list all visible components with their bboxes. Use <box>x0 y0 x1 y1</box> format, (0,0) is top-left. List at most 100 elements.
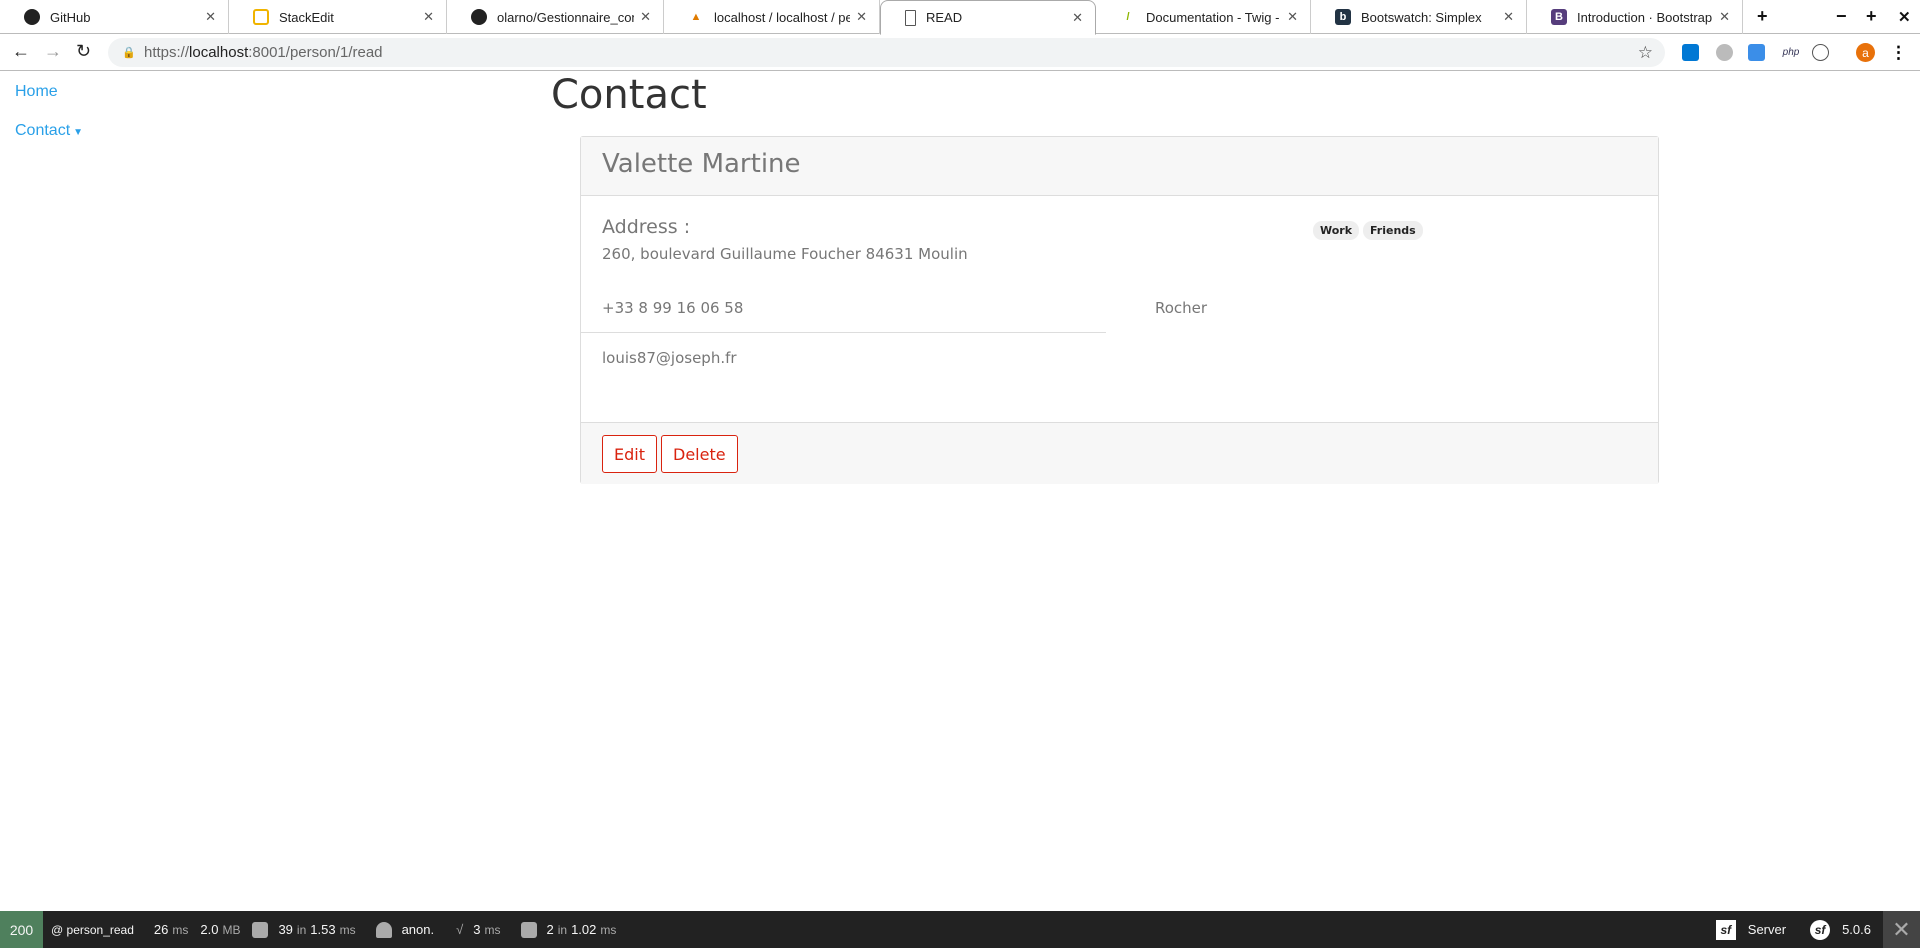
database-icon <box>520 921 537 938</box>
close-tab-icon[interactable]: ✕ <box>856 9 867 25</box>
close-tab-icon[interactable]: ✕ <box>640 9 651 25</box>
email-value: louis87@joseph.fr <box>602 349 737 367</box>
tab-bootstrap[interactable]: B Introduction · Bootstrap ✕ <box>1527 0 1743 34</box>
time-value: 26 <box>153 922 169 937</box>
stackedit-icon <box>253 9 269 25</box>
close-toolbar-button[interactable]: ✕ <box>1883 911 1920 948</box>
memory-item[interactable]: 2.0 MB <box>200 922 240 937</box>
address-label: Address : <box>602 216 691 238</box>
events-in: in <box>296 922 307 937</box>
twig-icon: / <box>1126 11 1130 23</box>
route-name: @ person_read <box>51 922 134 937</box>
tab-title: localhost / localhost / perso <box>714 9 851 25</box>
contact-name: Valette Martine <box>581 137 1658 196</box>
twig-unit: ms <box>484 922 501 937</box>
user-item[interactable]: anon. <box>375 921 435 938</box>
events-time: 1.53 <box>310 922 336 937</box>
minimize-button[interactable]: − <box>1836 6 1847 27</box>
db-in: in <box>557 922 568 937</box>
extension-icon[interactable] <box>1748 44 1765 61</box>
city-value: Rocher <box>1155 299 1208 317</box>
address-value: 260, boulevard Guillaume Foucher 84631 M… <box>602 245 968 263</box>
url-scheme: https:// <box>144 44 190 61</box>
layers-icon <box>252 921 269 938</box>
tab-twig[interactable]: / Documentation - Twig - The ✕ <box>1096 0 1311 34</box>
contact-card: Valette Martine Address : 260, boulevard… <box>580 136 1659 484</box>
bookmark-star-icon[interactable]: ☆ <box>1638 43 1653 63</box>
url-path: :8001/person/1/read <box>248 44 383 61</box>
bootstrap-icon: B <box>1551 9 1567 25</box>
tab-stackedit[interactable]: StackEdit ✕ <box>229 0 447 34</box>
tab-title: Introduction · Bootstrap <box>1577 9 1713 25</box>
tab-github-repo[interactable]: olarno/Gestionnaire_contac ✕ <box>447 0 664 34</box>
forward-button[interactable]: → <box>44 41 62 62</box>
db-item[interactable]: 2 in 1.02 ms <box>520 921 617 938</box>
back-button[interactable]: ← <box>12 41 30 62</box>
caret-down-icon: ▼ <box>73 127 84 138</box>
tab-title: Documentation - Twig - The <box>1146 9 1281 25</box>
tab-github[interactable]: GitHub ✕ <box>0 0 229 34</box>
user-icon <box>375 921 392 938</box>
page-icon <box>905 9 916 26</box>
close-tab-icon[interactable]: ✕ <box>1503 9 1514 25</box>
server-item[interactable]: sf Server <box>1715 919 1786 940</box>
address-bar-row: ← → ↻ 🔒 https://localhost:8001/person/1/… <box>0 34 1920 71</box>
tab-strip: GitHub ✕ StackEdit ✕ olarno/Gestionnaire_c… <box>0 0 1920 35</box>
symfony-debug-toolbar: 200 @ person_read 26 ms 2.0 MB 39 in 1.53 ms … <box>0 911 1920 948</box>
tab-bootswatch[interactable]: b Bootswatch: Simplex ✕ <box>1311 0 1527 34</box>
time-unit: ms <box>172 922 189 937</box>
php-extension-icon[interactable]: php <box>1779 44 1803 61</box>
close-tab-icon[interactable]: ✕ <box>1072 10 1083 26</box>
close-window-button[interactable]: ✕ <box>1898 8 1911 26</box>
tab-title: olarno/Gestionnaire_contac <box>497 9 634 25</box>
status-code[interactable]: 200 <box>0 911 43 948</box>
twig-icon: √ <box>456 922 464 937</box>
extension-icon[interactable] <box>1682 44 1699 61</box>
symfony-logo-icon: sf <box>1715 919 1736 940</box>
events-item[interactable]: 39 in 1.53 ms <box>252 921 356 938</box>
close-tab-icon[interactable]: ✕ <box>423 9 434 25</box>
events-count: 39 <box>278 922 293 937</box>
bootswatch-icon: b <box>1335 9 1351 25</box>
nav-home-link[interactable]: Home <box>15 83 58 101</box>
tab-title: GitHub <box>50 9 91 25</box>
nav-contact-label: Contact <box>15 122 71 139</box>
memory-value: 2.0 <box>200 922 219 937</box>
extension-icon[interactable] <box>1716 44 1733 61</box>
db-unit: ms <box>600 922 617 937</box>
close-tab-icon[interactable]: ✕ <box>205 9 216 25</box>
avatar[interactable]: a <box>1856 43 1875 62</box>
close-tab-icon[interactable]: ✕ <box>1287 9 1298 25</box>
time-item[interactable]: 26 ms <box>154 922 188 937</box>
menu-kebab-icon[interactable]: ⋮ <box>1890 43 1907 62</box>
close-tab-icon[interactable]: ✕ <box>1719 9 1730 25</box>
url-input[interactable]: 🔒 https://localhost:8001/person/1/read ☆ <box>108 38 1665 67</box>
symfony-version: 5.0.6 <box>1842 922 1871 937</box>
divider <box>581 332 1106 333</box>
github-icon <box>471 9 487 25</box>
tab-title: Bootswatch: Simplex <box>1361 9 1482 25</box>
delete-button[interactable]: Delete <box>661 435 738 473</box>
tab-read[interactable]: READ ✕ <box>880 0 1096 35</box>
reload-button[interactable]: ↻ <box>76 41 91 62</box>
tab-phpmyadmin[interactable]: ▲ localhost / localhost / perso ✕ <box>664 0 880 34</box>
phone-value: +33 8 99 16 06 58 <box>602 299 744 317</box>
twig-item[interactable]: √ 3 ms <box>456 922 500 937</box>
user-value: anon. <box>401 922 435 937</box>
nav-contact-dropdown[interactable]: Contact ▼ <box>15 122 83 140</box>
version-item[interactable]: sf 5.0.6 <box>1810 919 1871 940</box>
extension-icon[interactable] <box>1812 44 1829 61</box>
maximize-button[interactable]: + <box>1866 6 1877 27</box>
tag-badge: Friends <box>1363 221 1423 240</box>
new-tab-button[interactable]: + <box>1757 6 1768 27</box>
edit-button[interactable]: Edit <box>602 435 657 473</box>
tab-title: READ <box>926 10 963 25</box>
card-footer: Edit Delete <box>581 422 1658 484</box>
page-title: Contact <box>551 72 707 118</box>
db-time: 1.02 <box>571 922 597 937</box>
tag-badge: Work <box>1313 221 1360 240</box>
github-icon <box>24 9 40 25</box>
memory-unit: MB <box>222 922 241 937</box>
route-item[interactable]: @ person_read <box>51 923 134 937</box>
lock-icon: 🔒 <box>122 47 136 59</box>
